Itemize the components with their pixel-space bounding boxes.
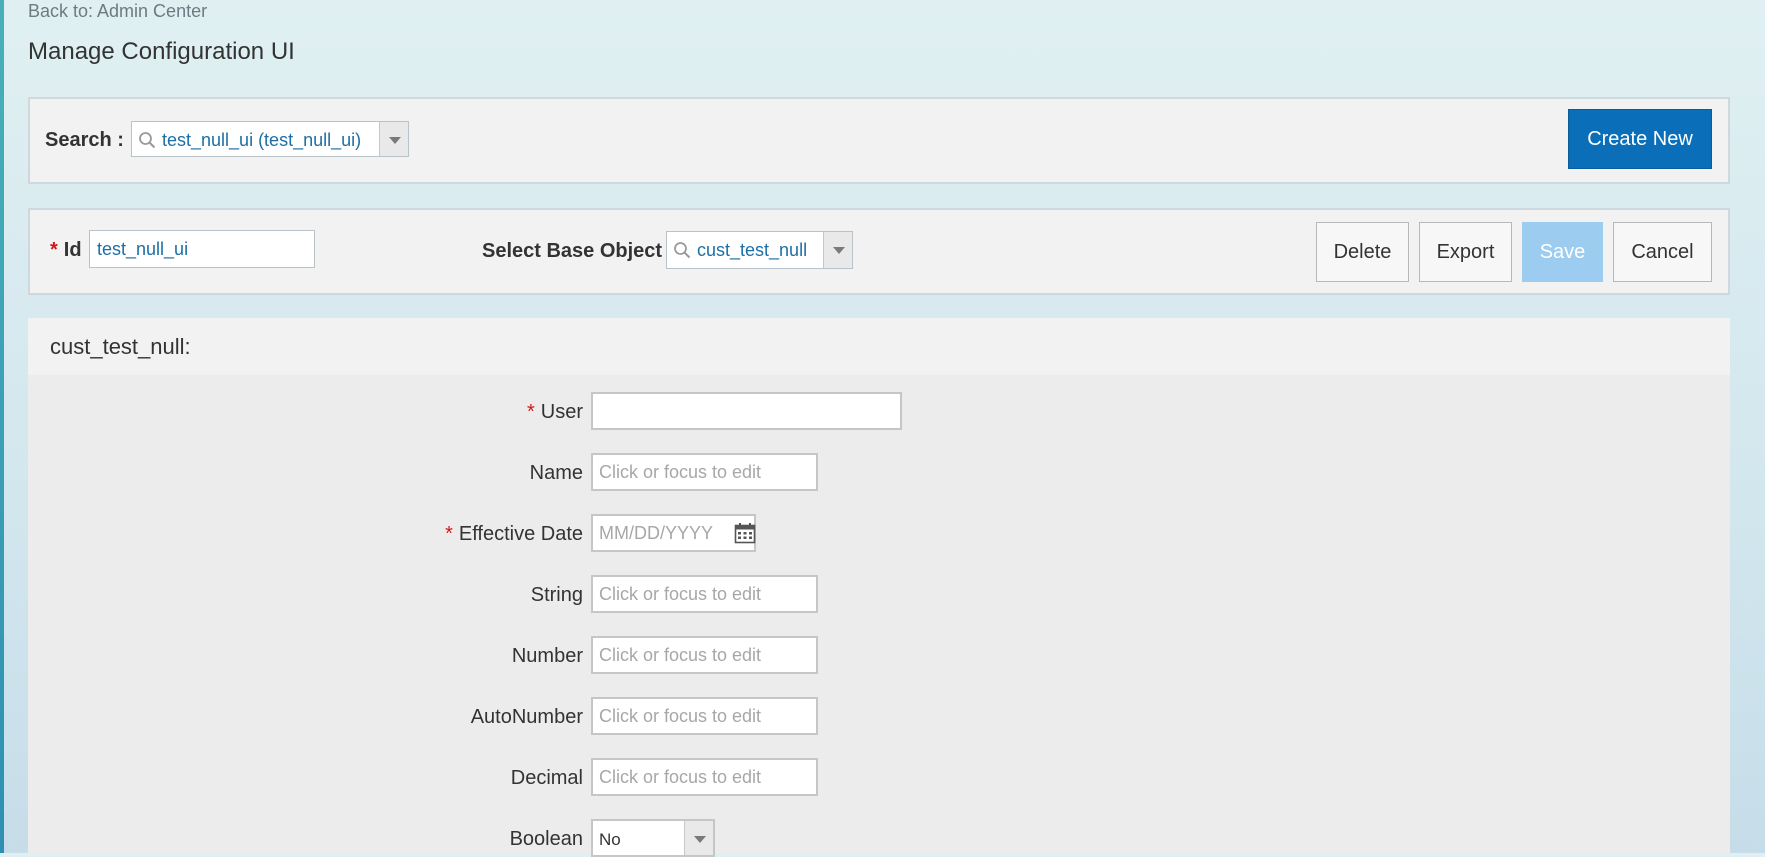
search-value: test_null_ui (test_null_ui): [162, 130, 362, 150]
base-object-label: Select Base Object: [482, 240, 663, 262]
decimal-label: Decimal: [510, 767, 583, 789]
base-object-value: cust_test_null: [697, 240, 808, 260]
base-object-combobox[interactable]: cust_test_null: [666, 231, 853, 269]
chevron-down-icon[interactable]: [379, 122, 408, 156]
string-label: String: [530, 584, 583, 606]
chevron-down-icon[interactable]: [684, 821, 713, 855]
chevron-down-icon[interactable]: [823, 232, 852, 268]
section-header: cust_test_null:: [28, 318, 1730, 375]
user-label-text: User: [540, 401, 583, 423]
window-edge: [0, 0, 4, 853]
boolean-select[interactable]: No: [591, 819, 715, 857]
required-marker: *: [50, 239, 58, 261]
required-marker: *: [445, 523, 453, 545]
boolean-value: No: [599, 830, 621, 849]
save-button[interactable]: Save: [1522, 222, 1603, 282]
delete-button[interactable]: Delete: [1316, 222, 1409, 282]
name-label: Name: [529, 462, 583, 484]
id-label: * Id: [50, 239, 82, 262]
export-button[interactable]: Export: [1419, 222, 1512, 282]
string-input[interactable]: [591, 575, 818, 613]
back-to-admin-center-link[interactable]: Back to: Admin Center: [28, 1, 207, 22]
name-input[interactable]: [591, 453, 818, 491]
section-title: cust_test_null:: [50, 334, 191, 359]
cancel-button[interactable]: Cancel: [1613, 222, 1712, 282]
effective-date-label: * Effective Date: [445, 523, 583, 546]
user-label: * User: [527, 401, 583, 424]
id-label-text: Id: [63, 239, 82, 261]
search-panel: Search : test_null_ui (test_null_ui) Cre…: [28, 97, 1730, 184]
config-form-panel: *Id Select Base Object cust_test_null De…: [28, 208, 1730, 295]
user-input[interactable]: [591, 392, 902, 430]
calendar-icon[interactable]: [734, 522, 756, 544]
autonumber-input[interactable]: [591, 697, 818, 735]
boolean-label: Boolean: [509, 828, 583, 850]
id-input[interactable]: [89, 230, 315, 268]
object-section: cust_test_null: *User Name *Effective Da…: [28, 318, 1730, 857]
search-icon: [139, 132, 156, 149]
create-new-button[interactable]: Create New: [1568, 109, 1712, 169]
effective-date-label-text: Effective Date: [458, 523, 583, 545]
search-icon: [674, 242, 691, 259]
search-label: Search :: [45, 129, 124, 151]
autonumber-label: AutoNumber: [470, 706, 583, 728]
number-input[interactable]: [591, 636, 818, 674]
number-label: Number: [511, 645, 583, 667]
search-combobox[interactable]: test_null_ui (test_null_ui): [131, 121, 409, 157]
page-title: Manage Configuration UI: [28, 38, 295, 65]
decimal-input[interactable]: [591, 758, 818, 796]
required-marker: *: [526, 401, 535, 423]
effective-date-input[interactable]: [591, 514, 756, 552]
